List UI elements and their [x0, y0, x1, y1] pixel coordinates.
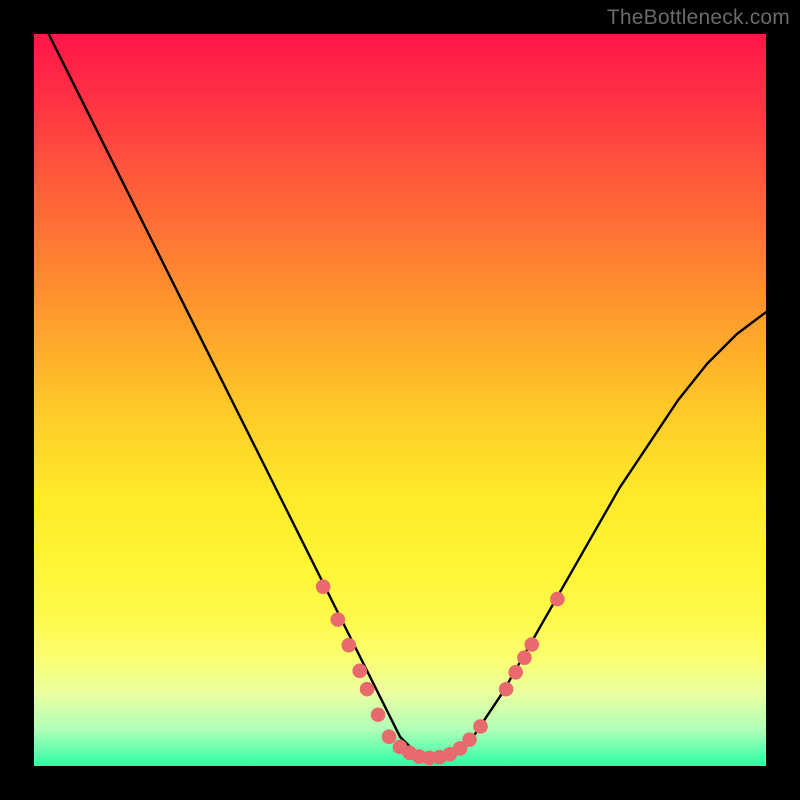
plot-area — [34, 34, 766, 766]
data-marker — [316, 579, 331, 594]
data-marker — [550, 592, 565, 607]
data-marker — [360, 682, 375, 697]
data-marker — [473, 719, 488, 734]
bottleneck-chart — [34, 34, 766, 766]
data-marker — [462, 732, 477, 747]
data-marker — [524, 637, 539, 652]
data-marker — [341, 638, 356, 653]
data-marker — [330, 612, 345, 627]
curve-line — [49, 34, 766, 759]
data-marker — [499, 682, 514, 697]
data-marker — [382, 729, 397, 744]
data-marker — [517, 650, 532, 665]
data-marker — [352, 664, 367, 679]
data-marker — [371, 707, 386, 722]
watermark-label: TheBottleneck.com — [607, 6, 790, 30]
chart-frame: TheBottleneck.com — [0, 0, 800, 800]
data-marker — [508, 665, 523, 680]
